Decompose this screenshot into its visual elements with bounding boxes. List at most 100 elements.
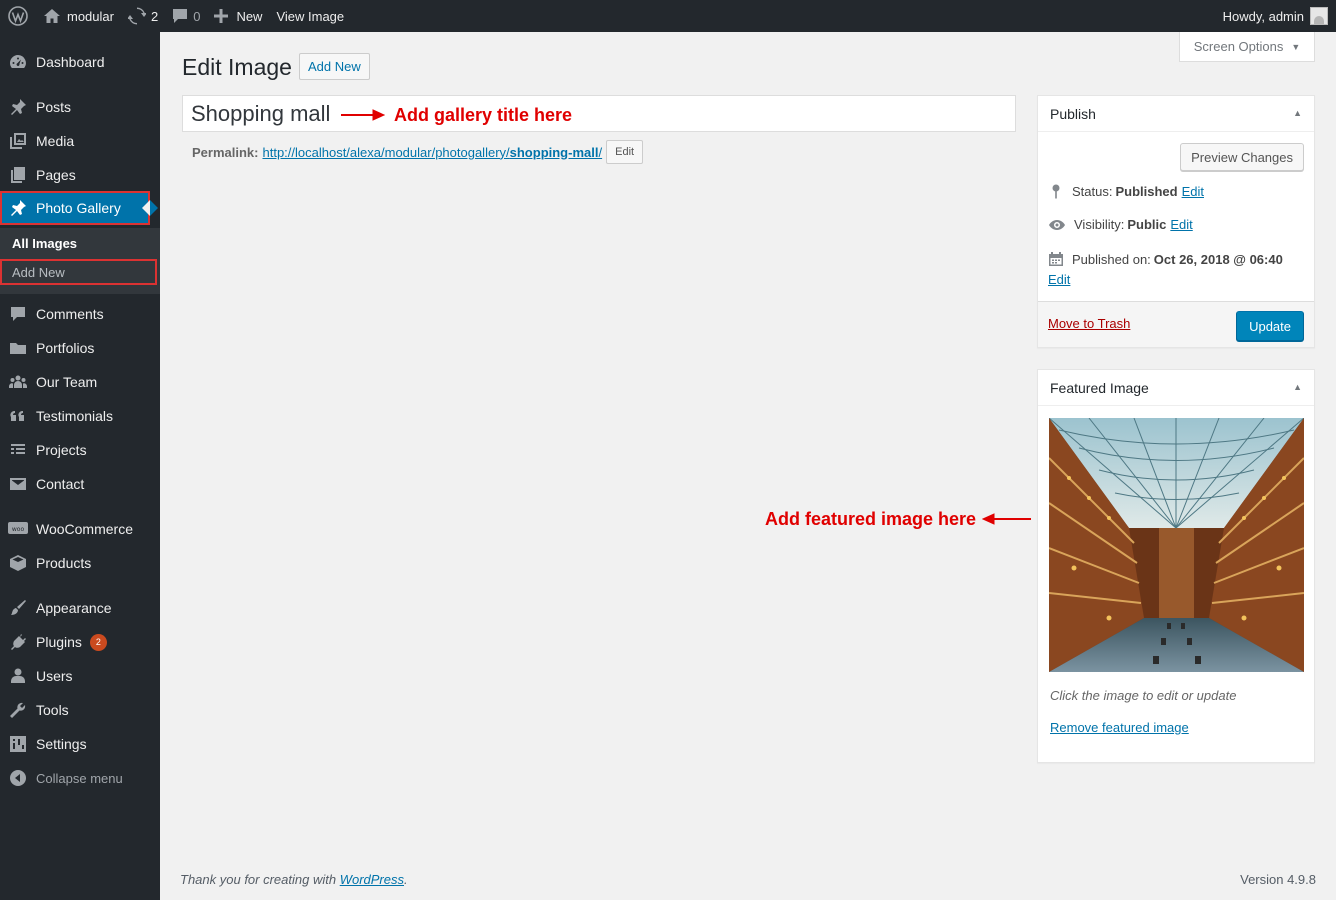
sidebar-item-tools[interactable]: Tools <box>0 693 160 727</box>
sidebar-item-contact[interactable]: Contact <box>0 467 160 501</box>
sidebar-item-label: Plugins <box>36 634 82 650</box>
submenu-label: Add New <box>12 264 65 280</box>
featured-image-hint: Click the image to edit or update <box>1050 688 1237 703</box>
submenu-all-images[interactable]: All Images <box>0 230 160 256</box>
collapse-menu-button[interactable]: Collapse menu <box>0 761 160 795</box>
status-value: Published <box>1115 183 1178 199</box>
toggle-arrow-icon[interactable]: ▲ <box>1293 382 1302 392</box>
groups-icon <box>0 373 36 391</box>
arrow-right-icon <box>341 109 385 121</box>
wrench-icon <box>0 701 36 719</box>
sidebar-item-label: Media <box>36 133 75 149</box>
sidebar-item-projects[interactable]: Projects <box>0 433 160 467</box>
view-image-label: View Image <box>276 8 345 24</box>
collapse-icon <box>0 769 36 787</box>
view-image-link[interactable]: View Image <box>269 0 351 32</box>
edit-visibility-link[interactable]: Edit <box>1170 217 1192 232</box>
home-icon <box>44 9 60 23</box>
collapse-label: Collapse menu <box>36 770 123 786</box>
sidebar-item-testimonials[interactable]: Testimonials <box>0 399 160 433</box>
visibility-value: Public <box>1127 217 1167 232</box>
post-title-value: Shopping mall <box>191 100 331 126</box>
sidebar-item-label: Projects <box>36 442 87 458</box>
new-label: New <box>236 8 263 24</box>
edit-date-link[interactable]: Edit <box>1048 272 1070 287</box>
sidebar-item-comments[interactable]: Comments <box>0 297 160 331</box>
comments-link[interactable]: 0 <box>165 0 207 32</box>
post-title-input[interactable]: Shopping mall <box>182 95 1016 132</box>
sidebar-item-settings[interactable]: Settings <box>0 727 160 761</box>
move-to-trash-link[interactable]: Move to Trash <box>1048 316 1130 331</box>
sidebar-item-pages[interactable]: Pages <box>0 158 160 192</box>
sidebar-item-woocommerce[interactable]: woo WooCommerce <box>0 512 160 546</box>
sidebar-item-label: WooCommerce <box>36 521 133 537</box>
toggle-arrow-icon[interactable]: ▲ <box>1293 108 1302 118</box>
featured-image-header[interactable]: Featured Image ▲ <box>1038 370 1314 406</box>
featured-image-thumbnail[interactable] <box>1049 418 1304 672</box>
sidebar-item-portfolios[interactable]: Portfolios <box>0 331 160 365</box>
submenu-add-new[interactable]: Add New <box>0 259 157 285</box>
edit-slug-button[interactable]: Edit <box>606 140 644 164</box>
woo-icon: woo <box>0 521 36 537</box>
sidebar-item-label: Contact <box>36 476 85 492</box>
my-account-link[interactable]: Howdy, admin <box>1216 0 1336 32</box>
plus-icon <box>214 9 229 23</box>
sidebar-item-label: Comments <box>36 306 104 322</box>
sidebar-item-users[interactable]: Users <box>0 659 160 693</box>
eye-icon <box>1049 219 1065 230</box>
avatar <box>1310 7 1328 25</box>
comment-icon <box>173 9 188 23</box>
arrow-left-icon <box>982 513 1032 525</box>
update-button[interactable]: Update <box>1236 311 1304 341</box>
remove-featured-image-link[interactable]: Remove featured image <box>1050 720 1189 735</box>
wordpress-logo-icon[interactable] <box>0 0 36 32</box>
preview-changes-button[interactable]: Preview Changes <box>1180 143 1304 171</box>
add-new-button[interactable]: Add New <box>299 53 370 80</box>
users-icon <box>0 667 36 685</box>
list-icon <box>0 441 36 459</box>
sidebar-item-products[interactable]: Products <box>0 546 160 580</box>
publish-box: Publish ▲ Preview Changes Status: Publis… <box>1037 95 1315 348</box>
sidebar-item-photo-gallery[interactable]: Photo Gallery <box>0 191 150 225</box>
comments-count: 0 <box>193 8 201 24</box>
permalink-url[interactable]: http://localhost/alexa/modular/photogall… <box>262 145 602 160</box>
admin-sidebar: Dashboard Posts Media Pages Photo Galler… <box>0 32 160 900</box>
sidebar-item-plugins[interactable]: Plugins 2 <box>0 625 160 659</box>
published-label: Published on: <box>1072 251 1151 267</box>
sidebar-item-dashboard[interactable]: Dashboard <box>0 45 160 79</box>
sidebar-item-media[interactable]: Media <box>0 124 160 158</box>
screen-options-button[interactable]: Screen Options ▼ <box>1179 32 1315 62</box>
sidebar-item-label: Pages <box>36 167 76 183</box>
status-row: Status: Published Edit <box>1048 183 1204 199</box>
edit-status-link[interactable]: Edit <box>1182 184 1204 199</box>
published-value: Oct 26, 2018 @ 06:40 <box>1153 251 1283 267</box>
site-name-link[interactable]: modular <box>36 0 121 32</box>
sidebar-item-posts[interactable]: Posts <box>0 90 160 124</box>
sidebar-item-appearance[interactable]: Appearance <box>0 591 160 625</box>
calendar-icon <box>1049 252 1063 266</box>
wordpress-link[interactable]: WordPress <box>340 872 404 887</box>
permalink-base: http://localhost/alexa/modular/photogall… <box>262 144 510 160</box>
brush-icon <box>0 599 36 617</box>
sidebar-item-label: Portfolios <box>36 340 95 356</box>
new-content-link[interactable]: New <box>207 0 269 32</box>
sidebar-item-our-team[interactable]: Our Team <box>0 365 160 399</box>
featured-annotation: Add featured image here <box>765 508 1032 530</box>
publish-header[interactable]: Publish ▲ <box>1038 96 1314 132</box>
update-icon <box>127 7 146 25</box>
pin-status-icon <box>1052 184 1060 199</box>
current-indicator <box>150 200 166 216</box>
publish-heading: Publish <box>1050 105 1096 122</box>
settings-icon <box>0 735 36 753</box>
footer-thanks: Thank you for creating with WordPress. <box>180 872 408 887</box>
updates-link[interactable]: 2 <box>121 0 165 32</box>
archive-icon <box>0 554 36 572</box>
updates-count: 2 <box>150 8 159 24</box>
permalink-trailing: / <box>598 144 603 160</box>
visibility-label: Visibility: <box>1074 217 1125 232</box>
status-label: Status: <box>1072 183 1113 199</box>
photo-gallery-submenu: All Images Add New <box>0 228 160 294</box>
site-name: modular <box>67 8 114 24</box>
permalink-label: Permalink: <box>192 144 259 160</box>
screen-options-label: Screen Options <box>1193 39 1284 54</box>
